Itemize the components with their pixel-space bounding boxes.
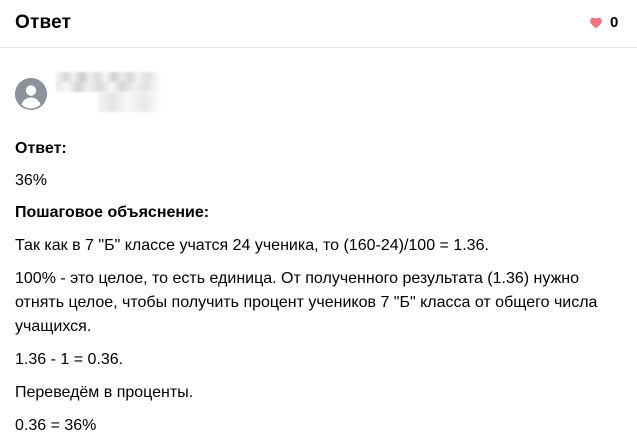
explanation-paragraph: 100% - это целое, то есть единица. От по… xyxy=(15,270,598,335)
answer-label: Ответ: xyxy=(15,140,67,157)
like-count[interactable]: 0 xyxy=(610,14,618,32)
answer-content: Ответ: 36% Пошаговое объяснение: Так как… xyxy=(15,137,625,438)
answer-value: 36% xyxy=(15,172,48,189)
explanation-label: Пошаговое объяснение: xyxy=(15,204,210,221)
heart-icon[interactable] xyxy=(589,16,603,30)
explanation-paragraph: 1.36 - 1 = 0.36. xyxy=(15,351,124,368)
answer-header: Ответ 0 xyxy=(0,0,637,48)
explanation-paragraph: 0.36 = 36% xyxy=(15,417,97,434)
explanation-paragraph: Переведём в проценты. xyxy=(15,384,194,401)
user-avatar-icon[interactable] xyxy=(15,78,47,110)
blurred-username-detail xyxy=(98,92,160,112)
explanation-paragraph: Так как в 7 "Б" классе учатся 24 ученика… xyxy=(15,237,489,254)
header-title: Ответ xyxy=(15,12,72,33)
blurred-username[interactable] xyxy=(56,72,160,92)
